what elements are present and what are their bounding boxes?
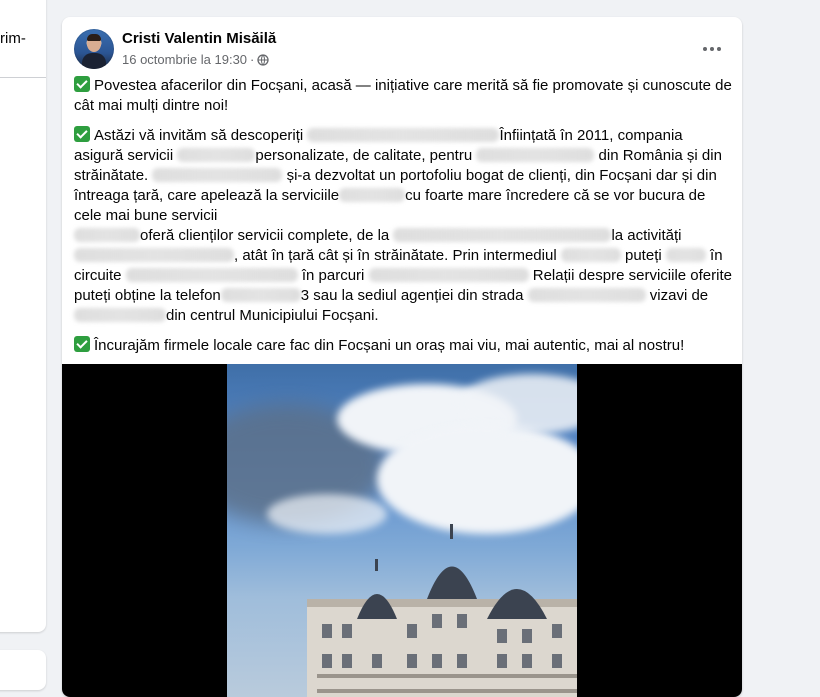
redacted-text <box>74 308 166 322</box>
more-options-icon[interactable] <box>694 35 730 63</box>
post-date[interactable]: 16 octombrie la 19:30 <box>122 52 247 67</box>
post-video[interactable] <box>62 364 742 697</box>
divider <box>0 77 46 78</box>
post-body: Povestea afacerilor din Focșani, acasă —… <box>74 76 734 366</box>
author-avatar[interactable] <box>74 29 114 69</box>
post-meta: 16 octombrie la 19:30 · <box>122 52 270 67</box>
building-image <box>307 524 577 697</box>
redacted-text <box>307 128 500 142</box>
video-frame <box>227 364 577 697</box>
left-bottom-card <box>0 650 46 690</box>
left-card-text: rim- <box>0 30 26 47</box>
redacted-text <box>393 228 612 242</box>
redacted-text <box>152 168 283 182</box>
redacted-text <box>74 228 140 242</box>
redacted-text <box>177 148 256 162</box>
check-icon <box>74 126 90 142</box>
post-paragraph-1: Povestea afacerilor din Focșani, acasă —… <box>74 76 732 114</box>
feed-post: Cristi Valentin Misăilă 16 octombrie la … <box>62 17 742 697</box>
post-paragraph-2: Astăzi vă invităm să descoperiți Înființ… <box>74 126 732 324</box>
author-name[interactable]: Cristi Valentin Misăilă <box>122 30 276 47</box>
redacted-text <box>476 148 595 162</box>
redacted-text <box>220 288 301 302</box>
left-column-card <box>0 0 46 632</box>
redacted-text <box>368 268 529 282</box>
check-icon <box>74 336 90 352</box>
check-icon <box>74 76 90 92</box>
redacted-text <box>665 248 706 262</box>
meta-separator: · <box>250 52 255 67</box>
post-paragraph-3: Încurajăm firmele locale care fac din Fo… <box>74 336 734 356</box>
redacted-text <box>339 188 406 202</box>
redacted-text <box>560 248 621 262</box>
redacted-text <box>74 248 234 262</box>
redacted-text <box>125 268 298 282</box>
redacted-text <box>527 288 646 302</box>
globe-icon <box>257 53 270 66</box>
